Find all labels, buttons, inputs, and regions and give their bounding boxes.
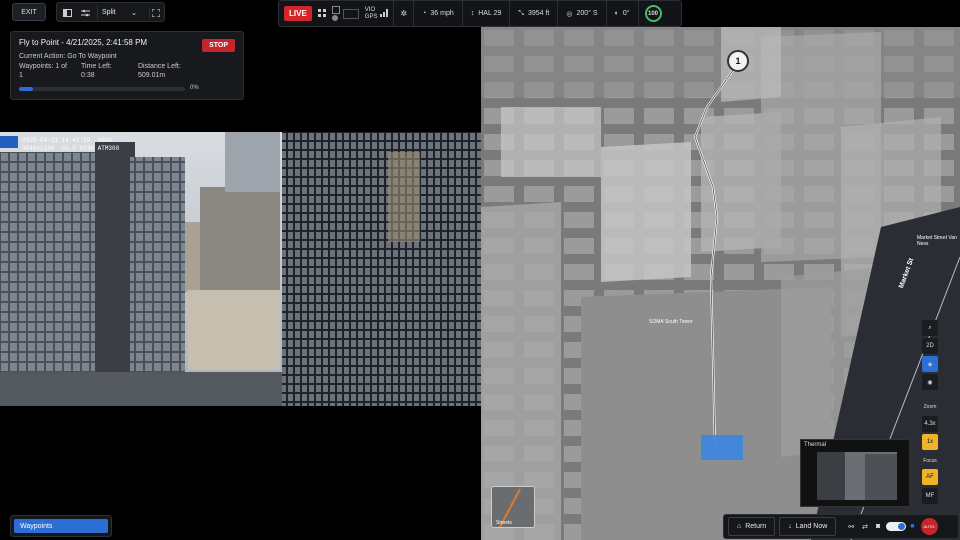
auto-button[interactable]: AUTO <box>920 518 938 535</box>
view-2d-button[interactable]: 2D <box>922 338 938 354</box>
hal-value: HAL 29 <box>478 10 502 17</box>
waypoints-button[interactable]: Waypoints <box>14 519 108 533</box>
link-icon[interactable]: ⚯ <box>848 523 854 531</box>
svg-text:3840x2160 -65.5 V130 ATM300: 3840x2160 -65.5 V130 ATM300 <box>22 145 120 152</box>
battery-outline-icon <box>342 8 359 19</box>
waypoints-panel: Waypoints <box>10 515 112 537</box>
sensor-icons <box>331 6 340 21</box>
settings-group[interactable]: ✲ <box>393 1 413 26</box>
record-icon <box>331 15 338 21</box>
focus-mf-button[interactable]: MF <box>922 488 938 504</box>
focus-label: Focus <box>923 458 937 464</box>
progress-fill <box>19 87 33 91</box>
toggle-knob <box>898 523 906 530</box>
thermal-pip[interactable]: Thermal <box>800 439 910 507</box>
basemap-switcher[interactable]: Streets <box>491 486 535 528</box>
exit-button[interactable]: EXIT <box>12 3 46 21</box>
eye-icon: ◉ <box>927 379 933 386</box>
mission-panel: Fly to Point - 4/21/2025, 2:41:58 PM STO… <box>10 31 244 100</box>
land-label: Land Now <box>795 523 828 530</box>
chevron-down-icon: ⌄ <box>131 9 137 17</box>
zoom-label: Zoom <box>923 404 937 410</box>
arrow-down-icon: ↓ <box>788 523 792 530</box>
time-left-label: Time Left: <box>81 63 112 70</box>
gps-label: GPS <box>364 13 378 20</box>
speedometer-icon: ◔ <box>422 10 427 17</box>
distance-left-label: Distance Left: <box>138 63 181 70</box>
zoom-1x-button[interactable]: 1x <box>922 434 938 450</box>
waypoints-value: 1 <box>19 72 23 79</box>
time-left-value: 0:38 <box>81 72 95 79</box>
zoom-value-button[interactable]: 4.3x <box>922 416 938 432</box>
home-icon: ⌂ <box>737 523 742 530</box>
view-mode-label: Split <box>102 9 116 16</box>
speed-value: 36 mph <box>430 10 454 17</box>
photo-video-toggle[interactable] <box>886 522 907 531</box>
live-badge[interactable]: LIVE <box>284 6 312 21</box>
waypoints-stat: Waypoints: 1 of 1 <box>19 63 81 79</box>
distance-value: 3954 ft <box>527 10 550 17</box>
signal-icon <box>380 8 389 19</box>
time-left-stat: Time Left: 0:38 <box>81 63 138 79</box>
waypoints-label: Waypoints: 1 of <box>19 63 67 70</box>
gear-icon[interactable]: ✲ <box>400 9 407 18</box>
search-button[interactable]: ⌕ <box>922 320 938 336</box>
camera-image: 2025-04-21 14:41:59 -0600 3840x2160 -65.… <box>0 132 481 406</box>
focus-af-button[interactable]: AF <box>922 469 938 485</box>
heading-stat: ◎ 200° S <box>557 1 605 26</box>
basemap-label: Streets <box>496 520 512 526</box>
map-view[interactable]: 1 Market St SOMA South Tower Market Stre… <box>481 27 960 540</box>
view-toolbar: Split ⌄ <box>56 2 165 22</box>
land-now-button[interactable]: ↓ Land Now <box>779 517 837 536</box>
battery-stat: 100 <box>637 1 668 26</box>
search-icon: ⌕ <box>928 324 932 331</box>
poi-label-van-ness: Market Street Van Ness <box>917 235 957 247</box>
progress-text: 0% <box>190 85 199 91</box>
gimbal-value: 0° <box>622 10 630 17</box>
compass-icon: ◎ <box>566 10 573 18</box>
gimbal-icon: ◐ <box>614 10 619 17</box>
locate-button[interactable]: ◈ <box>922 356 938 372</box>
thermal-label: Thermal <box>804 442 827 448</box>
view-mode-select[interactable]: Split ⌄ <box>97 5 141 20</box>
speed-stat: ◔ 36 mph <box>413 1 462 26</box>
thermal-image <box>817 452 897 500</box>
camera-feed[interactable]: 2025-04-21 14:41:59 -0600 3840x2160 -65.… <box>0 132 481 406</box>
gimbal-stat: ◐ 0° <box>605 1 638 26</box>
current-action: Current Action: Go To Waypoint <box>19 53 117 60</box>
altitude-stat: ↕ HAL 29 <box>461 1 510 26</box>
distance-icon: ⤡ <box>518 9 524 17</box>
panel-toggle-icon[interactable] <box>61 7 73 18</box>
altitude-icon: ↕ <box>470 10 475 17</box>
video-icon[interactable]: ■ <box>910 523 914 530</box>
vio-label: VIO <box>364 6 376 13</box>
positioning-status: VIO GPS <box>365 7 378 21</box>
svg-text:2025-04-21 14:41:59 -0600: 2025-04-21 14:41:59 -0600 <box>22 137 112 144</box>
sliders-icon[interactable] <box>79 7 91 18</box>
return-label: Return <box>745 523 767 530</box>
grid-icon[interactable] <box>317 8 326 19</box>
heading-value: 200° S <box>576 10 598 17</box>
status-bar: LIVE VIO GPS ✲ ◔ 36 mph ↕ HAL 29 ⤡ 3954 … <box>278 0 682 27</box>
distance-left-value: 509.01m <box>138 72 166 79</box>
progress-bar <box>19 87 185 91</box>
checkbox-icon <box>331 6 340 14</box>
visibility-button[interactable]: ◉ <box>922 374 938 390</box>
distance-stat: ⤡ 3954 ft <box>509 1 557 26</box>
poi-label-soma: SOMA South Tower <box>649 319 693 325</box>
return-button[interactable]: ⌂ Return <box>728 517 776 536</box>
battery-ring: 100 <box>644 5 662 22</box>
stop-button[interactable]: STOP <box>202 39 235 52</box>
fullscreen-icon[interactable] <box>149 7 162 18</box>
flight-actions-bar: ⌂ Return ↓ Land Now ⚯ ⇄ ◙ ■ AUTO <box>723 514 959 539</box>
camera-icon[interactable]: ◙ <box>876 523 880 530</box>
distance-left-stat: Distance Left: 509.01m <box>138 63 181 79</box>
waypoint-marker[interactable]: 1 <box>727 50 749 72</box>
swap-icon[interactable]: ⇄ <box>862 523 868 531</box>
mission-stats: Waypoints: 1 of 1 Time Left: 0:38 Distan… <box>19 63 235 79</box>
crosshair-icon: ◈ <box>927 361 933 368</box>
